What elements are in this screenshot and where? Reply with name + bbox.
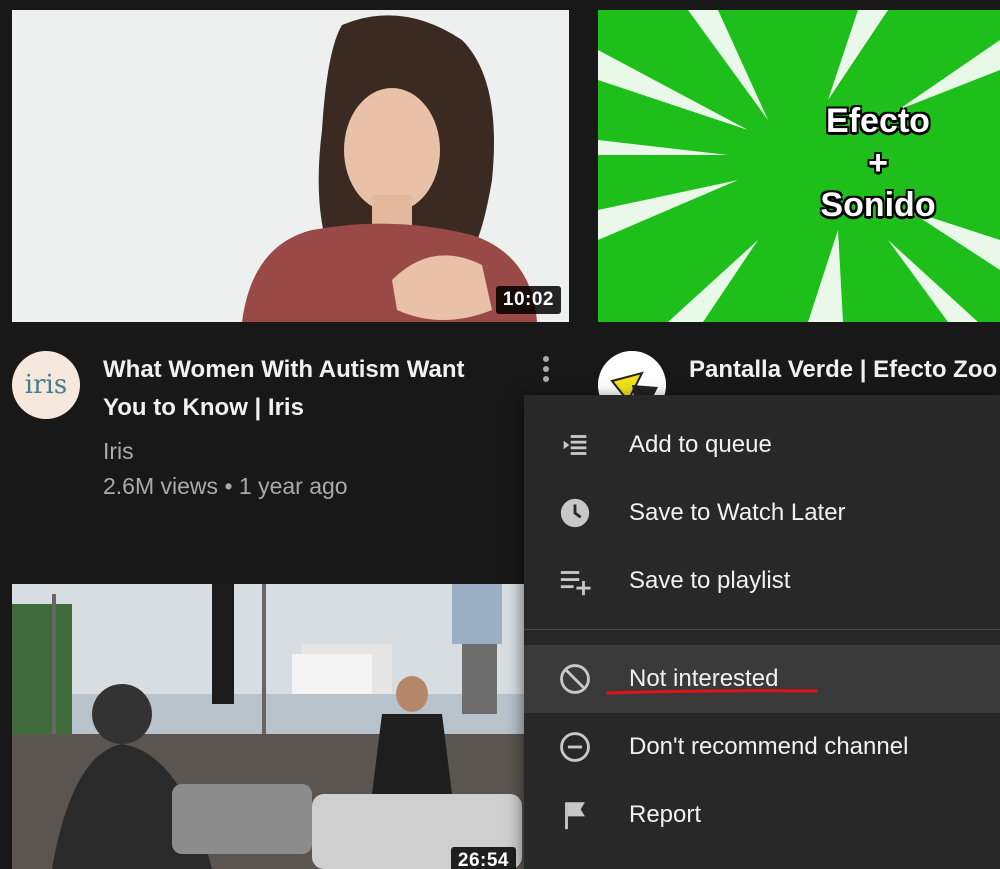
thumbnail-image-protest [12,584,524,869]
menu-item-add-to-queue[interactable]: Add to queue [524,411,1000,479]
channel-avatar-iris[interactable]: iris [12,351,80,419]
menu-item-label: Save to Watch Later [629,499,846,526]
video-thumbnail-1[interactable]: 10:02 [12,10,569,322]
block-icon [560,664,590,694]
menu-item-not-interested[interactable]: Not interested [524,645,1000,713]
meta-separator: • [224,473,233,499]
clock-icon [560,498,590,528]
kebab-dot [543,366,549,372]
menu-item-save-watch-later[interactable]: Save to Watch Later [524,479,1000,547]
minus-circle-icon [560,732,590,762]
annotation-underline [606,689,818,695]
video-title[interactable]: What Women With Autism Want You to Know … [103,351,503,427]
video-context-menu: Add to queue Save to Watch Later Save to… [524,395,1000,869]
video-duration: 10:02 [495,286,561,314]
thumbnail-text-line: Sonido [820,186,936,224]
playlist-add-icon [560,571,591,596]
menu-divider [524,629,1000,630]
thumbnail-text: Efecto + Sonido [778,100,978,226]
menu-item-label: Save to playlist [629,567,791,594]
menu-item-report[interactable]: Report [524,781,1000,849]
menu-item-label: Add to queue [629,431,772,458]
menu-item-save-to-playlist[interactable]: Save to playlist [524,547,1000,615]
channel-name[interactable]: Iris [103,438,134,465]
add-to-queue-icon [563,435,587,455]
view-count: 2.6M views [103,473,219,499]
video-metadata: 2.6M views • 1 year ago [103,473,348,500]
menu-item-label: Report [629,801,702,828]
flag-icon [565,802,585,830]
menu-item-dont-recommend-channel[interactable]: Don't recommend channel [524,713,1000,781]
video-thumbnail-2[interactable]: Efecto + Sonido [598,10,1000,322]
thumbnail-text-line: Efecto [826,102,930,140]
video-title[interactable]: Pantalla Verde | Efecto Zoo [689,351,1000,389]
thumbnail-image-woman [12,10,569,322]
menu-item-label: Don't recommend channel [629,733,909,760]
thumbnail-text-line: + [868,144,888,182]
upload-age: 1 year ago [238,473,348,499]
kebab-dot [543,376,549,382]
kebab-dot [543,356,549,362]
video-thumbnail-3[interactable]: 26:54 [12,584,524,869]
video-duration: 26:54 [450,847,516,869]
more-actions-button[interactable] [533,352,559,392]
